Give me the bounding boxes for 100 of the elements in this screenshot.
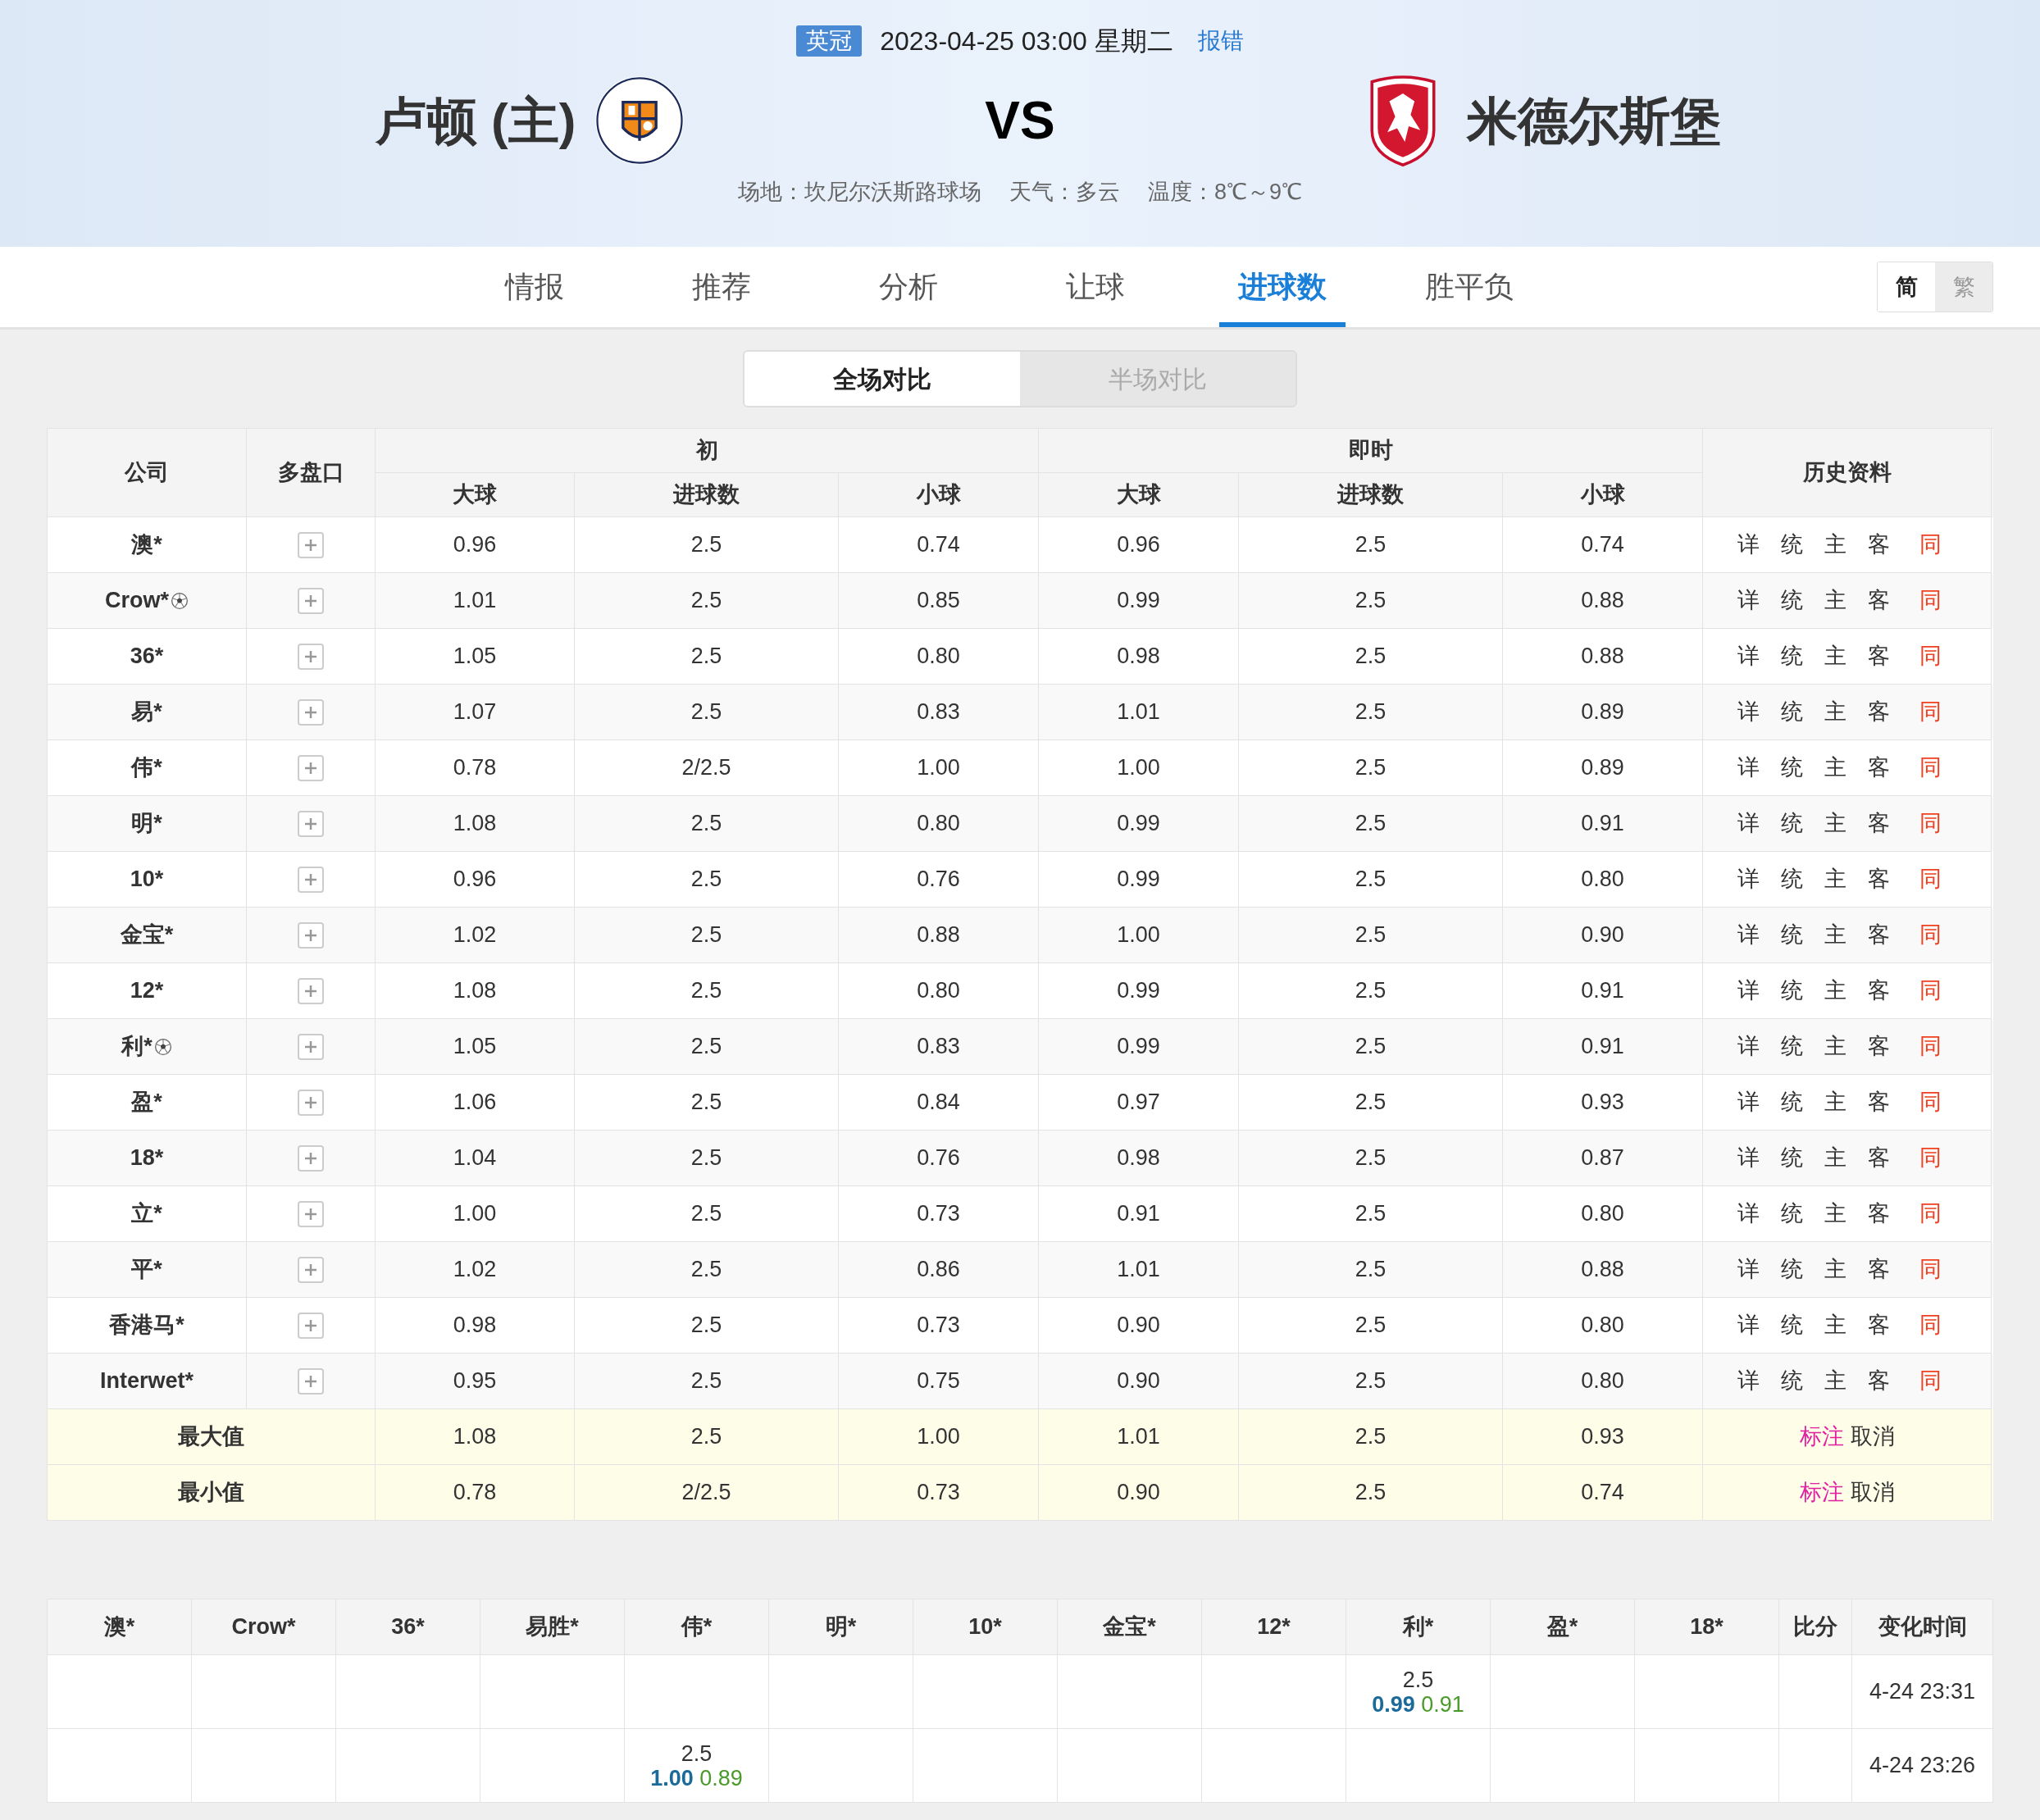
history-link[interactable]: 详 [1737, 1197, 1760, 1231]
cancel-link[interactable]: 取消 [1850, 1476, 1895, 1509]
expand-button[interactable] [298, 1367, 324, 1395]
history-link[interactable]: 同 [1919, 1141, 1942, 1175]
history-link[interactable]: 详 [1737, 584, 1760, 617]
history-link[interactable]: 统 [1781, 1197, 1803, 1231]
history-link[interactable]: 同 [1919, 1364, 1942, 1398]
history-link[interactable]: 客 [1868, 918, 1890, 952]
history-link[interactable]: 统 [1781, 584, 1803, 617]
history-link[interactable]: 统 [1781, 807, 1803, 840]
history-link[interactable]: 同 [1919, 695, 1942, 729]
history-link[interactable]: 客 [1868, 974, 1890, 1008]
history-link[interactable]: 统 [1781, 1141, 1803, 1175]
history-link[interactable]: 同 [1919, 1085, 1942, 1119]
history-link[interactable]: 主 [1824, 639, 1846, 673]
nav-tab[interactable]: 推荐 [658, 247, 785, 327]
history-link[interactable]: 主 [1824, 807, 1846, 840]
history-link[interactable]: 主 [1824, 1364, 1846, 1398]
history-link[interactable]: 详 [1737, 528, 1760, 562]
history-link[interactable]: 同 [1919, 974, 1942, 1008]
history-link[interactable]: 同 [1919, 528, 1942, 562]
expand-button[interactable] [298, 698, 324, 726]
history-link[interactable]: 详 [1737, 974, 1760, 1008]
history-link[interactable]: 详 [1737, 1364, 1760, 1398]
expand-button[interactable] [298, 754, 324, 781]
nav-tab[interactable]: 情报 [471, 247, 598, 327]
nav-tab[interactable]: 让球 [1032, 247, 1159, 327]
history-link[interactable]: 统 [1781, 751, 1803, 785]
expand-button[interactable] [298, 1089, 324, 1116]
history-link[interactable]: 主 [1824, 695, 1846, 729]
history-link[interactable]: 客 [1868, 584, 1890, 617]
history-link[interactable]: 主 [1824, 584, 1846, 617]
history-link[interactable]: 主 [1824, 1197, 1846, 1231]
history-link[interactable]: 同 [1919, 639, 1942, 673]
history-link[interactable]: 主 [1824, 862, 1846, 896]
history-link[interactable]: 详 [1737, 1253, 1760, 1286]
history-link[interactable]: 统 [1781, 862, 1803, 896]
compare-toggle[interactable]: 全场对比 [745, 352, 1020, 406]
nav-tab[interactable]: 分析 [845, 247, 972, 327]
history-link[interactable]: 客 [1868, 639, 1890, 673]
history-link[interactable]: 详 [1737, 1308, 1760, 1342]
history-link[interactable]: 详 [1737, 751, 1760, 785]
history-link[interactable]: 客 [1868, 1308, 1890, 1342]
history-link[interactable]: 主 [1824, 751, 1846, 785]
history-link[interactable]: 统 [1781, 639, 1803, 673]
history-link[interactable]: 主 [1824, 1030, 1846, 1063]
expand-button[interactable] [298, 810, 324, 837]
expand-button[interactable] [298, 531, 324, 558]
history-link[interactable]: 详 [1737, 1030, 1760, 1063]
cancel-link[interactable]: 取消 [1850, 1420, 1895, 1454]
history-link[interactable]: 主 [1824, 1308, 1846, 1342]
history-link[interactable]: 客 [1868, 1030, 1890, 1063]
history-link[interactable]: 详 [1737, 695, 1760, 729]
history-link[interactable]: 详 [1737, 1085, 1760, 1119]
history-link[interactable]: 详 [1737, 862, 1760, 896]
history-link[interactable]: 主 [1824, 974, 1846, 1008]
history-link[interactable]: 客 [1868, 751, 1890, 785]
history-link[interactable]: 统 [1781, 1030, 1803, 1063]
mark-link[interactable]: 标注 [1799, 1420, 1844, 1454]
history-link[interactable]: 主 [1824, 528, 1846, 562]
history-link[interactable]: 客 [1868, 862, 1890, 896]
history-link[interactable]: 统 [1781, 1253, 1803, 1286]
history-link[interactable]: 统 [1781, 1364, 1803, 1398]
history-link[interactable]: 详 [1737, 639, 1760, 673]
history-link[interactable]: 同 [1919, 807, 1942, 840]
history-link[interactable]: 统 [1781, 695, 1803, 729]
history-link[interactable]: 同 [1919, 1030, 1942, 1063]
history-link[interactable]: 详 [1737, 807, 1760, 840]
history-link[interactable]: 同 [1919, 862, 1942, 896]
history-link[interactable]: 客 [1868, 1141, 1890, 1175]
expand-button[interactable] [298, 1200, 324, 1227]
history-link[interactable]: 统 [1781, 974, 1803, 1008]
history-link[interactable]: 同 [1919, 1197, 1942, 1231]
history-link[interactable]: 详 [1737, 1141, 1760, 1175]
expand-button[interactable] [298, 643, 324, 670]
history-link[interactable]: 主 [1824, 1085, 1846, 1119]
history-link[interactable]: 主 [1824, 1141, 1846, 1175]
history-link[interactable]: 客 [1868, 1085, 1890, 1119]
expand-button[interactable] [298, 977, 324, 1004]
history-link[interactable]: 客 [1868, 1253, 1890, 1286]
mark-link[interactable]: 标注 [1799, 1476, 1844, 1509]
expand-button[interactable] [298, 1312, 324, 1339]
expand-button[interactable] [298, 1033, 324, 1060]
history-link[interactable]: 主 [1824, 918, 1846, 952]
history-link[interactable]: 主 [1824, 1253, 1846, 1286]
history-link[interactable]: 统 [1781, 1085, 1803, 1119]
history-link[interactable]: 同 [1919, 584, 1942, 617]
history-link[interactable]: 客 [1868, 807, 1890, 840]
expand-button[interactable] [298, 1256, 324, 1283]
history-link[interactable]: 客 [1868, 1364, 1890, 1398]
nav-tab[interactable]: 进球数 [1219, 247, 1346, 327]
expand-button[interactable] [298, 587, 324, 614]
history-link[interactable]: 详 [1737, 918, 1760, 952]
history-link[interactable]: 同 [1919, 1308, 1942, 1342]
history-link[interactable]: 客 [1868, 1197, 1890, 1231]
history-link[interactable]: 同 [1919, 918, 1942, 952]
history-link[interactable]: 同 [1919, 751, 1942, 785]
history-link[interactable]: 同 [1919, 1253, 1942, 1286]
history-link[interactable]: 客 [1868, 695, 1890, 729]
expand-button[interactable] [298, 1144, 324, 1172]
